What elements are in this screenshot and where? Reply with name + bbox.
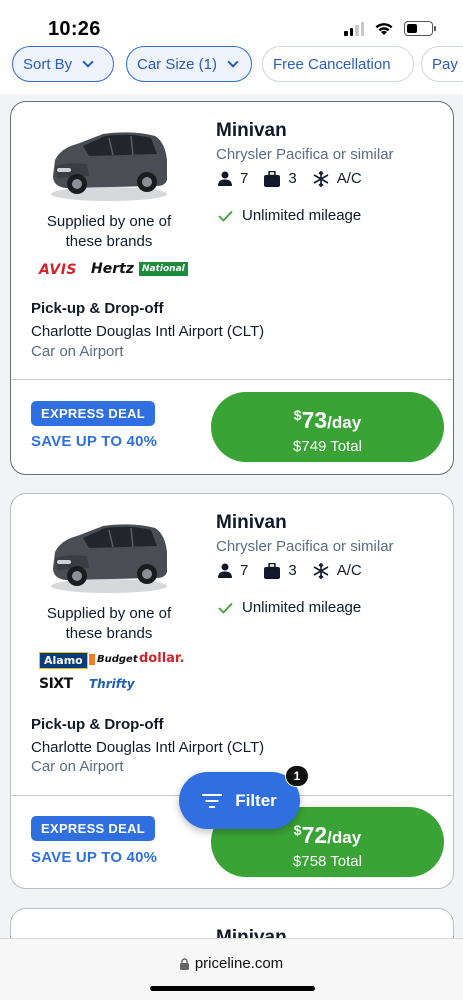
ac-spec: A/C: [313, 170, 362, 187]
sort-by-label: Sort By: [23, 55, 73, 73]
card-divider: [11, 379, 453, 380]
passenger-spec: 7: [218, 562, 248, 579]
car-size-chip[interactable]: Car Size (1): [126, 46, 252, 82]
cellular-signal-icon: [344, 21, 364, 36]
car-model-text: Chrysler Pacifica or similar: [216, 146, 394, 163]
person-icon: [218, 563, 232, 578]
home-indicator[interactable]: [150, 986, 315, 991]
brand-logo-budget: Budget: [89, 654, 138, 665]
filter-count-badge: 1: [285, 765, 309, 787]
pay-label: Pay: [432, 55, 458, 73]
price-currency: $: [293, 407, 302, 423]
url-text: priceline.com: [194, 955, 284, 972]
brand-logo-thrifty: Thrifty: [89, 677, 135, 691]
mileage-label: Unlimited mileage: [242, 207, 362, 224]
brand-logo-national: National: [139, 262, 188, 276]
status-time: 10:26: [48, 18, 101, 40]
pickup-dropoff-title: Pick-up & Drop-off: [31, 300, 164, 317]
browser-url-bar[interactable]: priceline.com: [0, 938, 463, 1000]
lock-icon: [179, 957, 189, 970]
car-specs: 7 3 A/C: [218, 562, 378, 579]
passenger-count: 7: [240, 170, 249, 187]
price-per-day: $73/day: [211, 402, 444, 436]
price-unit: /day: [327, 413, 362, 432]
car-category-title: Minivan: [216, 512, 287, 533]
car-category-title: Minivan: [216, 120, 287, 141]
car-result-card[interactable]: Minivan Chrysler Pacifica or similar 7 3…: [10, 493, 454, 889]
passenger-count: 7: [240, 562, 249, 579]
car-result-card[interactable]: Minivan Chrysler Pacifica or similar 7 3…: [10, 101, 454, 475]
price-button[interactable]: $73/day $749 Total: [211, 392, 444, 462]
ac-label: A/C: [336, 562, 362, 579]
car-model-text: Chrysler Pacifica or similar: [216, 538, 394, 555]
brand-logo-alamo: Alamo: [39, 652, 88, 669]
mileage-feature: Unlimited mileage: [218, 207, 361, 224]
brand-logo-avis: AVIS: [39, 262, 78, 278]
minivan-image: [51, 132, 167, 201]
price-unit: /day: [327, 828, 362, 847]
mileage-label: Unlimited mileage: [242, 599, 362, 616]
checkmark-icon: [218, 602, 233, 614]
snowflake-icon: [313, 170, 329, 187]
price-total: $758 Total: [293, 853, 362, 870]
bag-spec: 3: [264, 170, 297, 187]
brand-logo-hertz: Hertz: [91, 261, 134, 277]
snowflake-icon: [313, 562, 329, 579]
wifi-icon: [375, 23, 393, 35]
person-icon: [218, 171, 232, 186]
pickup-type: Car on Airport: [31, 343, 124, 360]
bag-count: 3: [288, 170, 297, 187]
chevron-down-icon: [227, 56, 239, 68]
brand-logo-dollar: dollar.: [139, 651, 185, 666]
ac-label: A/C: [336, 170, 362, 187]
screen: 10:26 Sort By Car Size (1) Free Cancella…: [0, 0, 463, 1000]
express-deal-badge: EXPRESS DEAL: [31, 401, 156, 426]
price-currency: $: [293, 822, 302, 838]
luggage-icon: [264, 562, 281, 579]
pickup-location: Charlotte Douglas Intl Airport (CLT): [31, 323, 265, 340]
pay-chip[interactable]: Pay: [421, 46, 463, 82]
status-icons: [344, 21, 436, 36]
free-cancellation-label: Free Cancellation: [273, 55, 391, 73]
car-specs: 7 3 A/C: [218, 170, 378, 187]
luggage-icon: [264, 170, 281, 187]
ac-spec: A/C: [313, 562, 362, 579]
brand-logo-sixt: SIXT: [39, 676, 73, 692]
filter-button[interactable]: Filter: [179, 772, 300, 829]
car-size-label: Car Size (1): [137, 55, 218, 73]
filter-icon: [202, 793, 223, 808]
price-total: $749 Total: [293, 438, 362, 455]
status-bar: 10:26: [0, 0, 463, 48]
bag-spec: 3: [264, 562, 297, 579]
filter-button-label: Filter: [235, 790, 277, 810]
free-cancellation-chip[interactable]: Free Cancellation: [262, 46, 414, 82]
save-text: SAVE UP TO 40%: [31, 849, 158, 866]
minivan-image: [51, 524, 167, 593]
mileage-feature: Unlimited mileage: [218, 599, 361, 616]
filter-chip-bar: Sort By Car Size (1) Free Cancellation P…: [0, 44, 463, 94]
passenger-spec: 7: [218, 170, 248, 187]
checkmark-icon: [218, 210, 233, 222]
pickup-type: Car on Airport: [31, 758, 124, 775]
price-amount: 72: [301, 822, 328, 848]
pickup-location: Charlotte Douglas Intl Airport (CLT): [31, 739, 265, 756]
save-text: SAVE UP TO 40%: [31, 433, 158, 450]
supplied-by-text: Supplied by one of these brands: [46, 213, 172, 250]
supplied-by-text: Supplied by one of these brands: [46, 605, 172, 642]
sort-by-chip[interactable]: Sort By: [12, 46, 114, 82]
battery-icon: [404, 21, 436, 36]
url-display[interactable]: priceline.com: [0, 955, 463, 972]
price-amount: 73: [301, 407, 328, 433]
bag-count: 3: [288, 562, 297, 579]
chevron-down-icon: [82, 56, 94, 68]
pickup-dropoff-title: Pick-up & Drop-off: [31, 716, 164, 733]
express-deal-badge: EXPRESS DEAL: [31, 816, 156, 841]
